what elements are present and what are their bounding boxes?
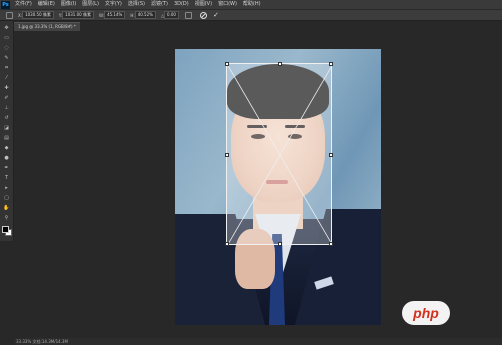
eraser-tool-icon[interactable]: ◪ xyxy=(3,125,10,131)
marquee-tool-icon[interactable]: ▭ xyxy=(3,35,10,41)
type-tool-icon[interactable]: T xyxy=(3,175,10,181)
w-field[interactable]: 45.14% xyxy=(104,11,126,19)
foreground-color-swatch[interactable] xyxy=(2,226,9,233)
document-tab[interactable]: 1.jpg @ 33.3% (1, RGB/8#) * xyxy=(14,22,80,31)
handle-middle-left[interactable] xyxy=(225,153,229,157)
pen-tool-icon[interactable]: ✒ xyxy=(3,165,10,171)
status-bar: 33.33% 文档:14.3M/14.3M xyxy=(14,338,502,345)
handle-bottom-center[interactable] xyxy=(278,242,282,246)
commit-transform-icon[interactable]: ✓ xyxy=(213,11,219,19)
handle-top-left[interactable] xyxy=(225,62,229,66)
hand-tool-icon[interactable]: ✋ xyxy=(3,205,10,211)
transform-bounding-box[interactable] xyxy=(225,62,333,246)
path-select-tool-icon[interactable]: ▸ xyxy=(3,185,10,191)
status-text: 33.33% 文档:14.3M/14.3M xyxy=(16,339,68,344)
warp-icon[interactable] xyxy=(184,11,192,19)
transform-diagonals xyxy=(227,64,333,246)
y-field[interactable]: 1031.00 像素 xyxy=(62,11,94,19)
angle-field[interactable]: 0.00 xyxy=(164,11,179,19)
quick-select-tool-icon[interactable]: ✎ xyxy=(3,55,10,61)
menu-3d[interactable]: 3D(D) xyxy=(171,0,192,9)
menu-view[interactable]: 视图(V) xyxy=(192,0,215,9)
history-brush-tool-icon[interactable]: ↺ xyxy=(3,115,10,121)
handle-middle-right[interactable] xyxy=(329,153,333,157)
tools-panel: ✥ ▭ ◌ ✎ ⌗ ⁄ ✚ ✐ ⊥ ↺ ◪ ▤ ◆ ● ✒ T ▸ ▢ ✋ ⚲ xyxy=(0,21,14,241)
menu-help[interactable]: 帮助(H) xyxy=(240,0,264,9)
options-bar: X: 1030.50 像素 Y: 1031.00 像素 W: 45.14% H:… xyxy=(0,10,502,21)
blur-tool-icon[interactable]: ◆ xyxy=(3,145,10,151)
handle-top-right[interactable] xyxy=(329,62,333,66)
menu-type[interactable]: 文字(Y) xyxy=(102,0,125,9)
menu-filter[interactable]: 滤镜(T) xyxy=(148,0,171,9)
eyedropper-tool-icon[interactable]: ⁄ xyxy=(3,75,10,81)
menu-edit[interactable]: 编辑(E) xyxy=(35,0,58,9)
menu-bar: Ps 文件(F) 编辑(E) 图像(I) 图层(L) 文字(Y) 选择(S) 滤… xyxy=(0,0,502,10)
handle-top-center[interactable] xyxy=(278,62,282,66)
brush-tool-icon[interactable]: ✐ xyxy=(3,95,10,101)
dodge-tool-icon[interactable]: ● xyxy=(3,155,10,161)
menu-file[interactable]: 文件(F) xyxy=(12,0,35,9)
menu-select[interactable]: 选择(S) xyxy=(125,0,148,9)
menu-layer[interactable]: 图层(L) xyxy=(79,0,102,9)
menu-image[interactable]: 图像(I) xyxy=(58,0,79,9)
h-field[interactable]: 40.52% xyxy=(134,11,156,19)
healing-tool-icon[interactable]: ✚ xyxy=(3,85,10,91)
stamp-tool-icon[interactable]: ⊥ xyxy=(3,105,10,111)
gradient-tool-icon[interactable]: ▤ xyxy=(3,135,10,141)
move-tool-icon[interactable]: ✥ xyxy=(3,25,10,31)
cancel-transform-icon[interactable] xyxy=(199,11,207,19)
menu-window[interactable]: 窗口(W) xyxy=(215,0,240,9)
php-watermark-logo: php xyxy=(402,301,450,325)
handle-bottom-left[interactable] xyxy=(225,242,229,246)
lasso-tool-icon[interactable]: ◌ xyxy=(3,45,10,51)
handle-bottom-right[interactable] xyxy=(329,242,333,246)
zoom-tool-icon[interactable]: ⚲ xyxy=(3,215,10,221)
transform-tool-icon[interactable] xyxy=(6,11,13,19)
crop-tool-icon[interactable]: ⌗ xyxy=(3,65,10,71)
x-field[interactable]: 1030.50 像素 xyxy=(22,11,54,19)
photoshop-logo: Ps xyxy=(1,0,10,9)
shape-tool-icon[interactable]: ▢ xyxy=(3,195,10,201)
